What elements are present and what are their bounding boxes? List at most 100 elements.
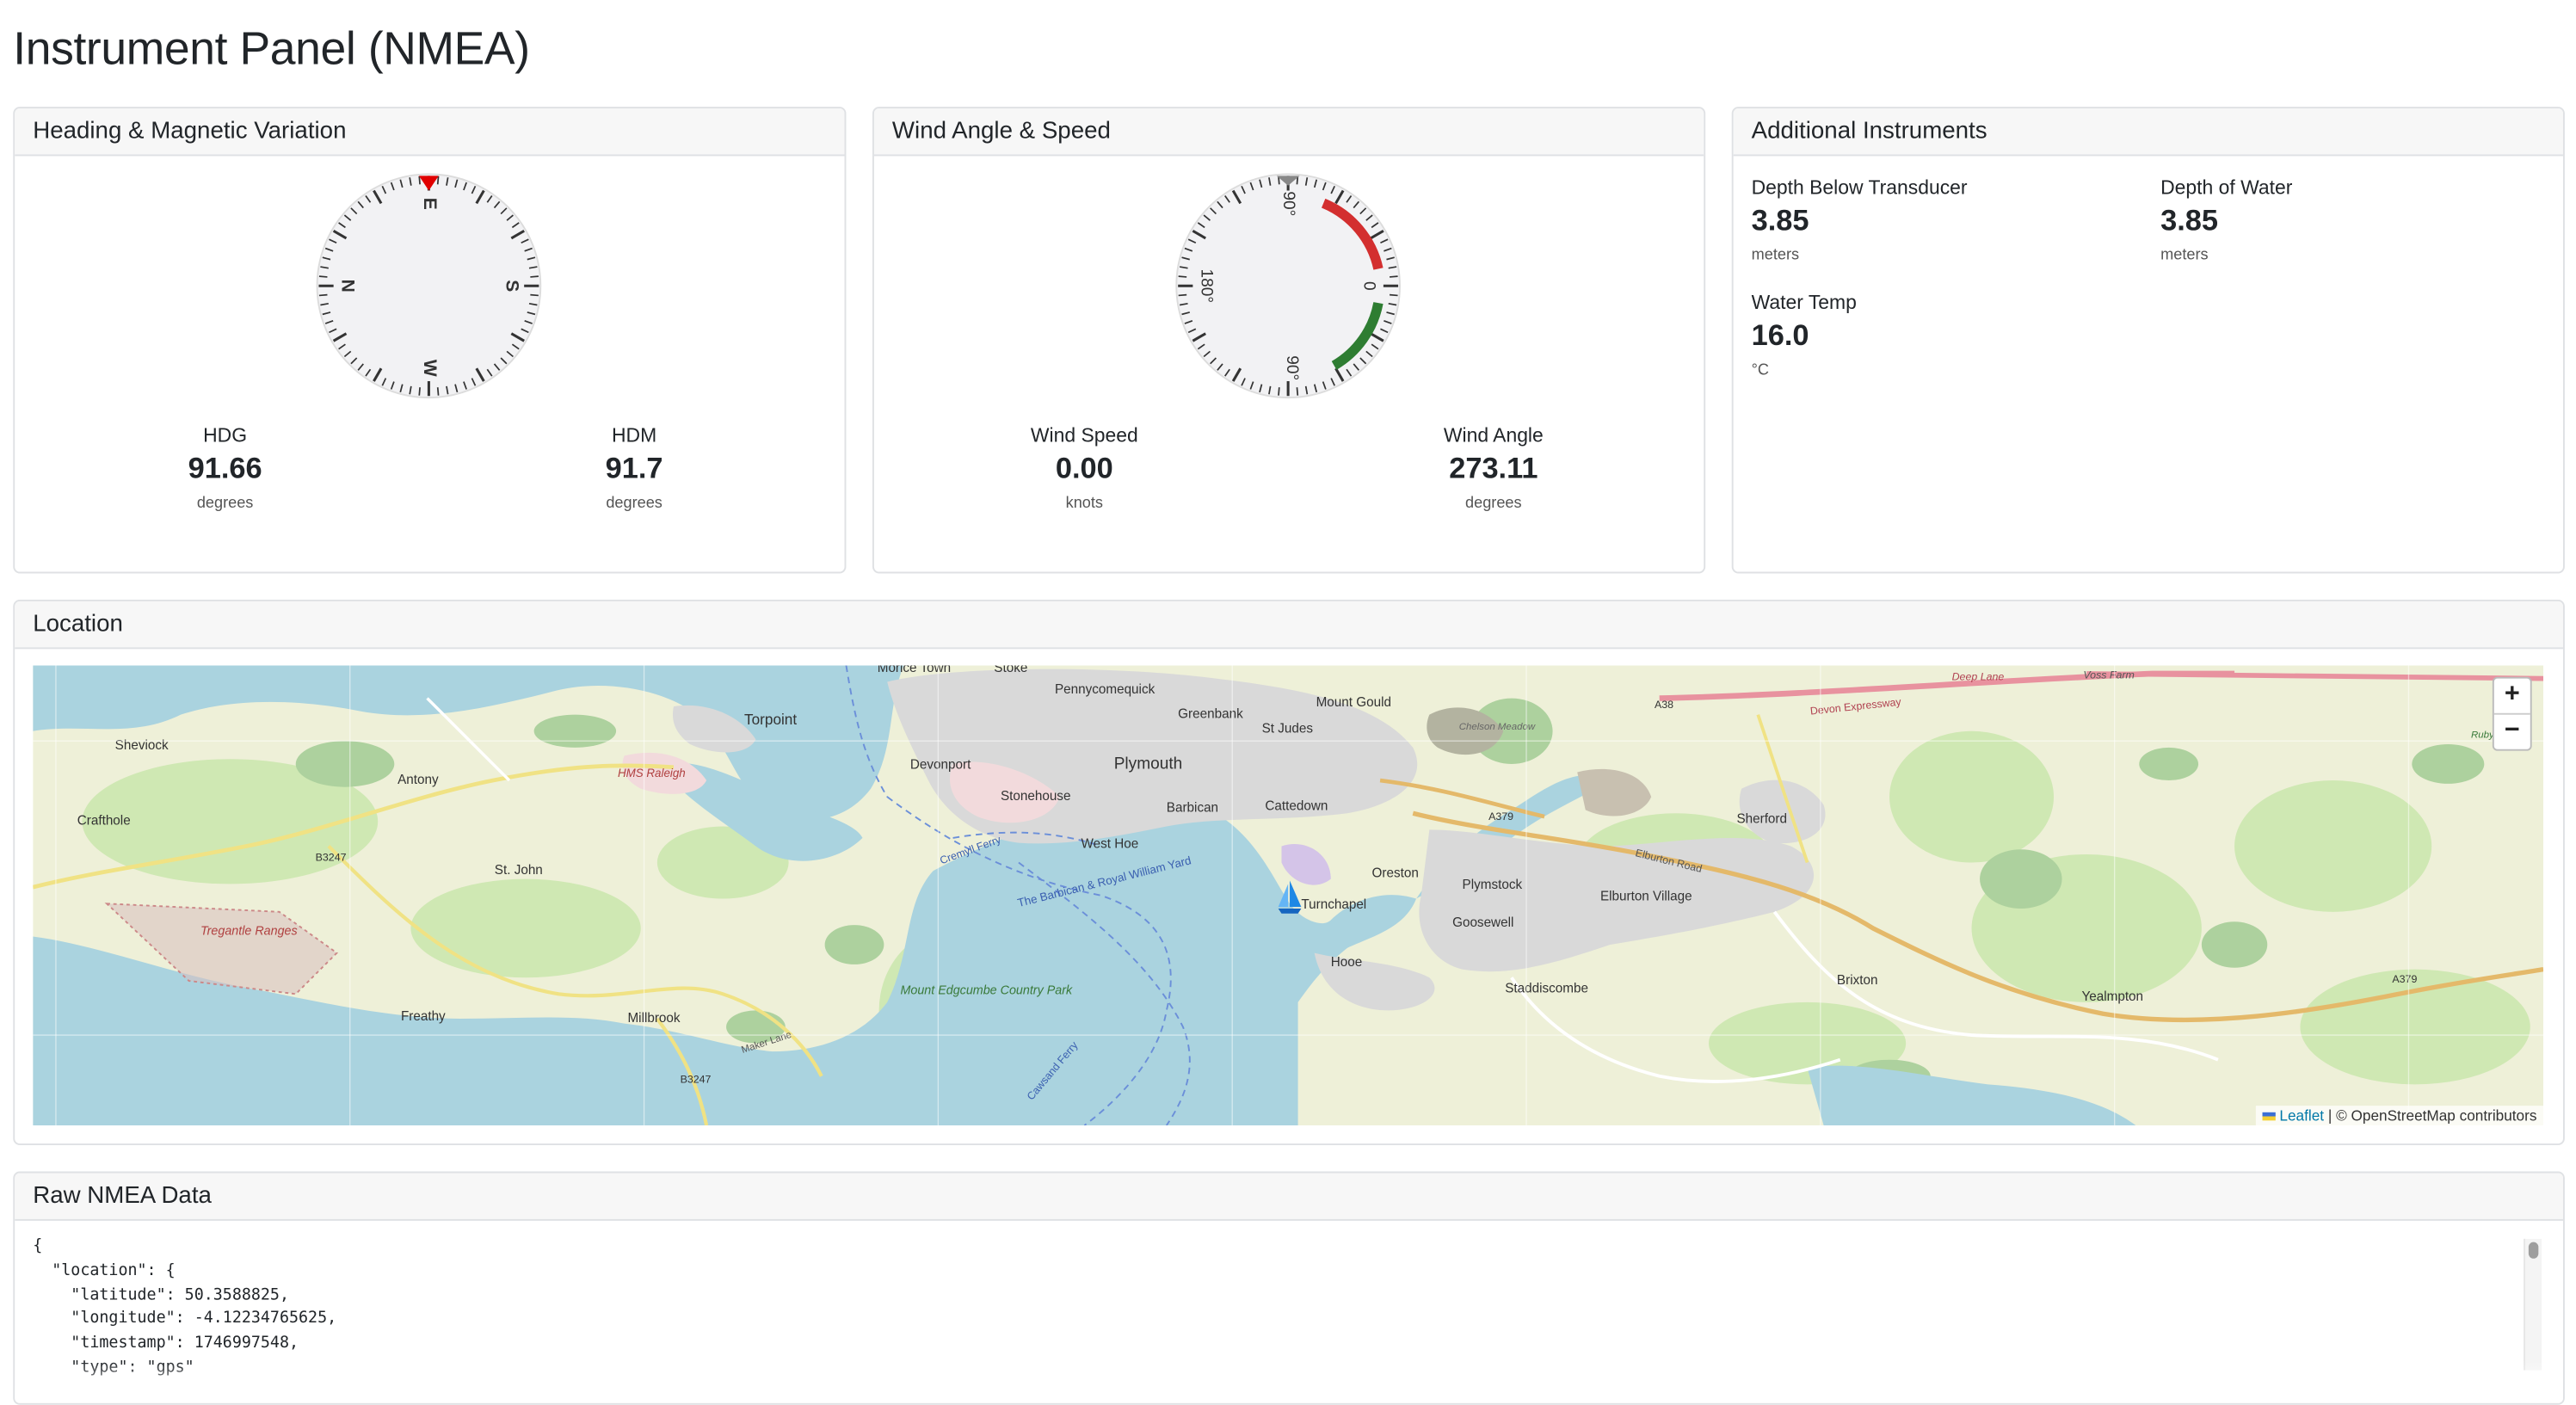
- place-staddiscombe: Staddiscombe: [1505, 981, 1588, 995]
- road-b3247: B3247: [316, 852, 347, 864]
- place-cattedown: Cattedown: [1265, 798, 1328, 813]
- road-a38: A38: [1655, 699, 1673, 711]
- place-sheviock: Sheviock: [115, 738, 169, 753]
- place-brixton: Brixton: [1837, 973, 1878, 988]
- place-freathy: Freathy: [401, 1009, 446, 1024]
- wind-card: Wind Angle & Speed 90° 180° 90° 0 Wind S…: [872, 107, 1706, 574]
- compass-label-south: S: [502, 280, 521, 292]
- hdg-label: HDG: [203, 423, 248, 447]
- additional-card: Additional Instruments Depth Below Trans…: [1731, 107, 2565, 574]
- place-mount-gould: Mount Gould: [1316, 695, 1391, 710]
- place-pennycomequick: Pennycomequick: [1055, 682, 1156, 697]
- road-a379-east: A379: [2392, 973, 2417, 985]
- wind-speed-label: Wind Speed: [1030, 423, 1138, 447]
- hdg-readout: HDG 91.66 degrees: [77, 424, 373, 513]
- place-plymstock: Plymstock: [1463, 878, 1523, 892]
- dial-tick: [418, 176, 421, 185]
- raw-json-text[interactable]: { "location": { "latitude": 50.3588825, …: [33, 1236, 336, 1382]
- place-greenbank: Greenbank: [1178, 706, 1243, 721]
- dial-tick: [1178, 293, 1187, 297]
- dial-tick: [318, 293, 328, 297]
- depth-of-water-value: 3.85: [2160, 203, 2219, 237]
- location-card: Location Morice Town Stoke Pennycomequic…: [13, 600, 2565, 1145]
- water-temp-unit: °C: [1751, 361, 1770, 380]
- hdm-value: 91.7: [605, 452, 663, 485]
- page-title: Instrument Panel (NMEA): [13, 22, 530, 74]
- place-tregantle-ranges: Tregantle Ranges: [200, 925, 298, 939]
- zoom-control: + −: [2492, 676, 2532, 751]
- place-mount-edgcumbe: Mount Edgcumbe Country Park: [900, 983, 1073, 997]
- place-crafthole: Crafthole: [77, 814, 131, 829]
- raw-scrollbar-thumb[interactable]: [2528, 1242, 2539, 1259]
- place-hms-raleigh: HMS Raleigh: [618, 767, 686, 780]
- place-devonport: Devonport: [910, 758, 971, 773]
- zoom-out-button[interactable]: −: [2493, 712, 2530, 749]
- place-antony: Antony: [397, 773, 439, 787]
- place-turnchapel: Turnchapel: [1301, 897, 1366, 912]
- depth-below-transducer-unit: meters: [1751, 246, 1800, 265]
- compass-gauge: E S W N: [316, 173, 542, 399]
- place-west-hoe: West Hoe: [1082, 836, 1139, 851]
- place-chelson-meadow: Chelson Meadow: [1459, 722, 1536, 732]
- place-yealmpton: Yealmpton: [2081, 989, 2143, 1004]
- depth-of-water-readout: Depth of Water 3.85 meters: [2160, 176, 2292, 264]
- map-attribution: Leaflet | © OpenStreetMap contributors: [2255, 1106, 2544, 1126]
- place-st-judes: St Judes: [1262, 722, 1314, 736]
- place-goosewell: Goosewell: [1452, 915, 1513, 930]
- attribution-text: | © OpenStreetMap contributors: [2327, 1107, 2537, 1125]
- wind-angle-value: 273.11: [1449, 452, 1538, 485]
- wind-gauge: 90° 180° 90° 0: [1175, 173, 1401, 399]
- wind-speed-readout: Wind Speed 0.00 knots: [936, 424, 1232, 513]
- depth-below-transducer-value: 3.85: [1751, 203, 1809, 237]
- hdm-label: HDM: [611, 423, 657, 447]
- wind-angle-readout: Wind Angle 273.11 degrees: [1346, 424, 1642, 513]
- dial-tick: [1178, 275, 1187, 278]
- depth-below-transducer-readout: Depth Below Transducer 3.85 meters: [1752, 176, 1968, 264]
- wind-speed-unit: knots: [1065, 494, 1104, 513]
- place-st-john: St. John: [495, 863, 543, 878]
- heading-card: Heading & Magnetic Variation E S W N HDG…: [13, 107, 847, 574]
- hdg-value: 91.66: [188, 452, 262, 485]
- leaflet-link[interactable]: Leaflet: [2279, 1107, 2324, 1124]
- road-b3247-south: B3247: [681, 1073, 712, 1085]
- water-temp-value: 16.0: [1751, 318, 1809, 352]
- wind-angle-unit: degrees: [1465, 494, 1522, 513]
- depth-of-water-label: Depth of Water: [2160, 176, 2293, 200]
- wind-label-bottom: 90°: [1283, 355, 1301, 380]
- place-hooe: Hooe: [1331, 955, 1363, 970]
- location-card-title: Location: [15, 601, 2563, 650]
- flag-icon: [2262, 1112, 2276, 1121]
- wind-label-top: 90°: [1279, 191, 1297, 216]
- dial-tick: [318, 275, 328, 278]
- map-tiles[interactable]: Morice Town Stoke Pennycomequick Torpoin…: [33, 665, 2544, 1126]
- compass-label-west: W: [420, 360, 440, 377]
- depth-of-water-unit: meters: [2160, 246, 2209, 265]
- additional-card-title: Additional Instruments: [1733, 108, 2563, 157]
- place-millbrook: Millbrook: [627, 1011, 680, 1026]
- raw-card: Raw NMEA Data { "location": { "latitude"…: [13, 1171, 2565, 1405]
- dial-tick: [436, 176, 440, 185]
- wind-speed-value: 0.00: [1055, 452, 1113, 485]
- raw-scrollbar[interactable]: [2524, 1238, 2542, 1371]
- place-barbican: Barbican: [1167, 800, 1218, 815]
- place-torpoint: Torpoint: [744, 711, 797, 728]
- dial-tick: [530, 293, 539, 297]
- place-elburton-village: Elburton Village: [1600, 889, 1692, 903]
- zoom-in-button[interactable]: +: [2494, 679, 2530, 713]
- dial-tick: [436, 387, 440, 396]
- map[interactable]: Morice Town Stoke Pennycomequick Torpoin…: [33, 665, 2544, 1126]
- dial-tick: [418, 387, 421, 396]
- wind-label-right: 0: [1360, 281, 1378, 291]
- heading-card-title: Heading & Magnetic Variation: [15, 108, 845, 157]
- raw-card-title: Raw NMEA Data: [15, 1173, 2563, 1221]
- compass-label-north: N: [337, 280, 357, 293]
- dial-tick: [1389, 293, 1398, 297]
- hdg-unit: degrees: [196, 494, 254, 513]
- place-oreston: Oreston: [1372, 866, 1419, 881]
- wind-card-title: Wind Angle & Speed: [873, 108, 1704, 157]
- place-morice-town: Morice Town: [878, 665, 951, 675]
- raw-fade: [15, 1360, 2563, 1403]
- hdm-readout: HDM 91.7 degrees: [486, 424, 782, 513]
- place-stoke: Stoke: [994, 665, 1027, 675]
- dial-tick: [530, 275, 539, 278]
